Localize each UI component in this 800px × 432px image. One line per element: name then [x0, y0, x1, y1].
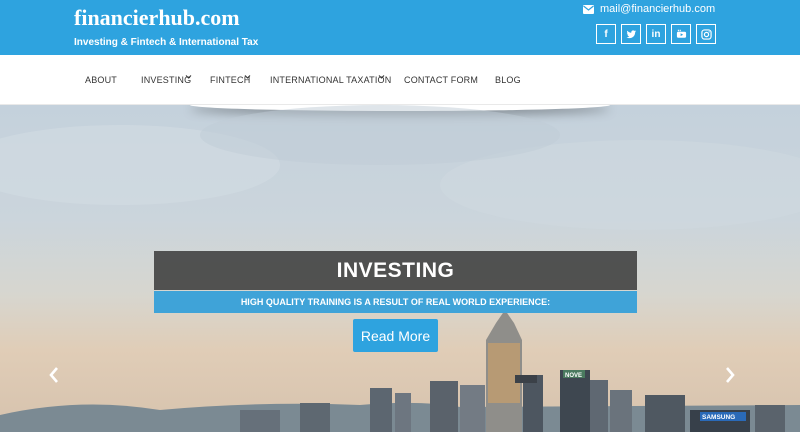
nav-item-blog[interactable]: BLOG [495, 75, 521, 85]
slide-subtitle: HIGH QUALITY TRAINING IS A RESULT OF REA… [154, 291, 637, 313]
youtube-link[interactable] [671, 24, 691, 44]
billboard-samsung: SAMSUNG [702, 414, 735, 421]
nav-item-about[interactable]: ABOUT [85, 75, 117, 85]
youtube-icon [676, 29, 686, 38]
main-navigation: ABOUT INVESTING FINTECH INTERNATIONAL TA… [0, 55, 800, 105]
linkedin-link[interactable]: in [646, 24, 666, 44]
linkedin-icon: in [651, 28, 661, 40]
chevron-right-icon[interactable] [723, 365, 737, 385]
nav-item-international-taxation[interactable]: INTERNATIONAL TAXATION [270, 75, 391, 85]
chevron-left-icon[interactable] [47, 365, 61, 385]
facebook-link[interactable]: f [596, 24, 616, 44]
site-tagline: Investing & Fintech & International Tax [74, 37, 259, 48]
site-header: financierhub.com Investing & Fintech & I… [0, 0, 800, 55]
envelope-icon [583, 4, 594, 14]
instagram-link[interactable] [696, 24, 716, 44]
read-more-button[interactable]: Read More [353, 319, 438, 352]
billboard-nove: NOVE [565, 373, 582, 379]
email-text: mail@financierhub.com [600, 3, 716, 15]
facebook-icon: f [604, 28, 608, 40]
hero-slider: NOVE SAMSUNG INVESTING HIGH QUALITY TRAI… [0, 105, 800, 432]
chevron-down-icon [244, 75, 251, 79]
nav-item-investing[interactable]: INVESTING [141, 75, 191, 85]
twitter-icon [626, 29, 636, 38]
slide-title: INVESTING [154, 251, 637, 290]
chevron-down-icon [378, 75, 385, 79]
chevron-down-icon [185, 75, 192, 79]
site-title-link[interactable]: financierhub.com [74, 5, 240, 31]
contact-email[interactable]: mail@financierhub.com [583, 2, 715, 16]
nav-item-contact-form[interactable]: CONTACT FORM [404, 75, 478, 85]
social-links: f in [596, 24, 716, 44]
instagram-icon [700, 28, 712, 40]
twitter-link[interactable] [621, 24, 641, 44]
